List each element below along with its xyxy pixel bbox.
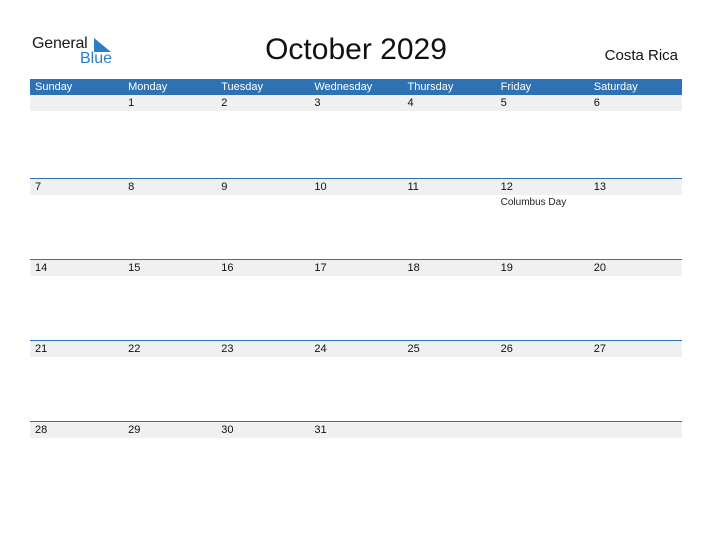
day-number: 19 xyxy=(500,262,513,274)
week-row: 21 22 23 24 25 26 27 xyxy=(30,340,682,421)
week-row: 7 8 9 10 11 12 13 Columbus Day xyxy=(30,178,682,259)
day-number: 6 xyxy=(593,97,600,109)
day-number: 14 xyxy=(35,262,48,274)
holiday-label xyxy=(403,276,496,277)
day-number: 17 xyxy=(314,262,327,274)
day-number: 2 xyxy=(221,97,228,109)
day-number: 5 xyxy=(500,97,507,109)
holiday-label xyxy=(123,438,216,439)
day-number: 4 xyxy=(407,97,414,109)
holiday-label xyxy=(589,111,682,112)
date-strip: 28 29 30 31 xyxy=(30,421,682,438)
day-number xyxy=(496,422,589,438)
day-number: 12 xyxy=(500,181,513,193)
day-number: 16 xyxy=(221,262,234,274)
weekday-saturday: Saturday xyxy=(593,81,638,93)
holiday-label xyxy=(216,276,309,277)
weekday-header: Sunday Monday Tuesday Wednesday Thursday… xyxy=(30,79,682,95)
holiday-label xyxy=(589,357,682,358)
day-number: 31 xyxy=(314,424,327,436)
day-number: 24 xyxy=(314,343,327,355)
day-number: 13 xyxy=(593,181,606,193)
calendar-grid: Sunday Monday Tuesday Wednesday Thursday… xyxy=(30,79,682,502)
holiday-label xyxy=(30,111,123,112)
holiday-label xyxy=(216,438,309,439)
holiday-label xyxy=(403,438,496,439)
holiday-label xyxy=(30,357,123,358)
holiday-label xyxy=(30,195,123,210)
holiday-label xyxy=(123,195,216,210)
day-number: 27 xyxy=(593,343,606,355)
weekday-sunday: Sunday xyxy=(35,81,73,93)
events-area xyxy=(30,357,682,358)
holiday-label xyxy=(123,111,216,112)
day-number: 18 xyxy=(407,262,420,274)
day-number xyxy=(403,422,496,438)
day-number: 29 xyxy=(128,424,141,436)
day-number: 1 xyxy=(128,97,135,109)
holiday-label xyxy=(496,111,589,112)
weekday-friday: Friday xyxy=(500,81,532,93)
holiday-label xyxy=(216,357,309,358)
holiday-label xyxy=(589,195,682,210)
day-number: 15 xyxy=(128,262,141,274)
holiday-label xyxy=(403,357,496,358)
day-number: 23 xyxy=(221,343,234,355)
holiday-label: Columbus Day xyxy=(500,197,567,208)
day-number xyxy=(30,95,123,111)
day-number: 22 xyxy=(128,343,141,355)
holiday-label xyxy=(309,276,402,277)
holiday-label xyxy=(123,276,216,277)
holiday-label xyxy=(309,438,402,439)
day-number: 10 xyxy=(314,181,327,193)
week-row: 14 15 16 17 18 19 20 xyxy=(30,259,682,340)
holiday-label xyxy=(496,276,589,277)
holiday-label xyxy=(216,195,309,210)
events-area xyxy=(30,111,682,112)
events-area xyxy=(30,276,682,277)
holiday-label xyxy=(309,357,402,358)
day-number: 20 xyxy=(593,262,606,274)
events-area: Columbus Day xyxy=(30,195,682,210)
holiday-label xyxy=(496,438,589,439)
day-number: 11 xyxy=(407,181,419,193)
weekday-thursday: Thursday xyxy=(407,81,454,93)
date-strip: 21 22 23 24 25 26 27 xyxy=(30,340,682,357)
holiday-label xyxy=(309,111,402,112)
holiday-label xyxy=(589,276,682,277)
date-strip: 7 8 9 10 11 12 13 xyxy=(30,178,682,195)
day-number: 8 xyxy=(128,181,135,193)
holiday-label xyxy=(123,357,216,358)
day-number: 28 xyxy=(35,424,48,436)
holiday-label xyxy=(30,276,123,277)
day-number xyxy=(589,422,682,438)
day-number: 9 xyxy=(221,181,228,193)
day-number: 25 xyxy=(407,343,420,355)
weekday-monday: Monday xyxy=(128,81,168,93)
holiday-label xyxy=(30,438,123,439)
weekday-tuesday: Tuesday xyxy=(221,81,264,93)
holiday-label xyxy=(403,195,496,210)
day-number: 21 xyxy=(35,343,48,355)
events-area xyxy=(30,438,682,439)
holiday-label xyxy=(309,195,402,210)
holiday-label xyxy=(403,111,496,112)
day-number: 3 xyxy=(314,97,321,109)
holiday-label xyxy=(216,111,309,112)
holiday-label xyxy=(496,357,589,358)
holiday-label xyxy=(589,438,682,439)
weekday-wednesday: Wednesday xyxy=(314,81,373,93)
day-number: 26 xyxy=(500,343,513,355)
country-label: Costa Rica xyxy=(604,47,678,64)
day-number: 30 xyxy=(221,424,234,436)
week-row: 1 2 3 4 5 6 xyxy=(30,95,682,178)
week-row: 28 29 30 31 xyxy=(30,421,682,502)
date-strip: 1 2 3 4 5 6 xyxy=(30,95,682,111)
date-strip: 14 15 16 17 18 19 20 xyxy=(30,259,682,276)
day-number: 7 xyxy=(35,181,42,193)
